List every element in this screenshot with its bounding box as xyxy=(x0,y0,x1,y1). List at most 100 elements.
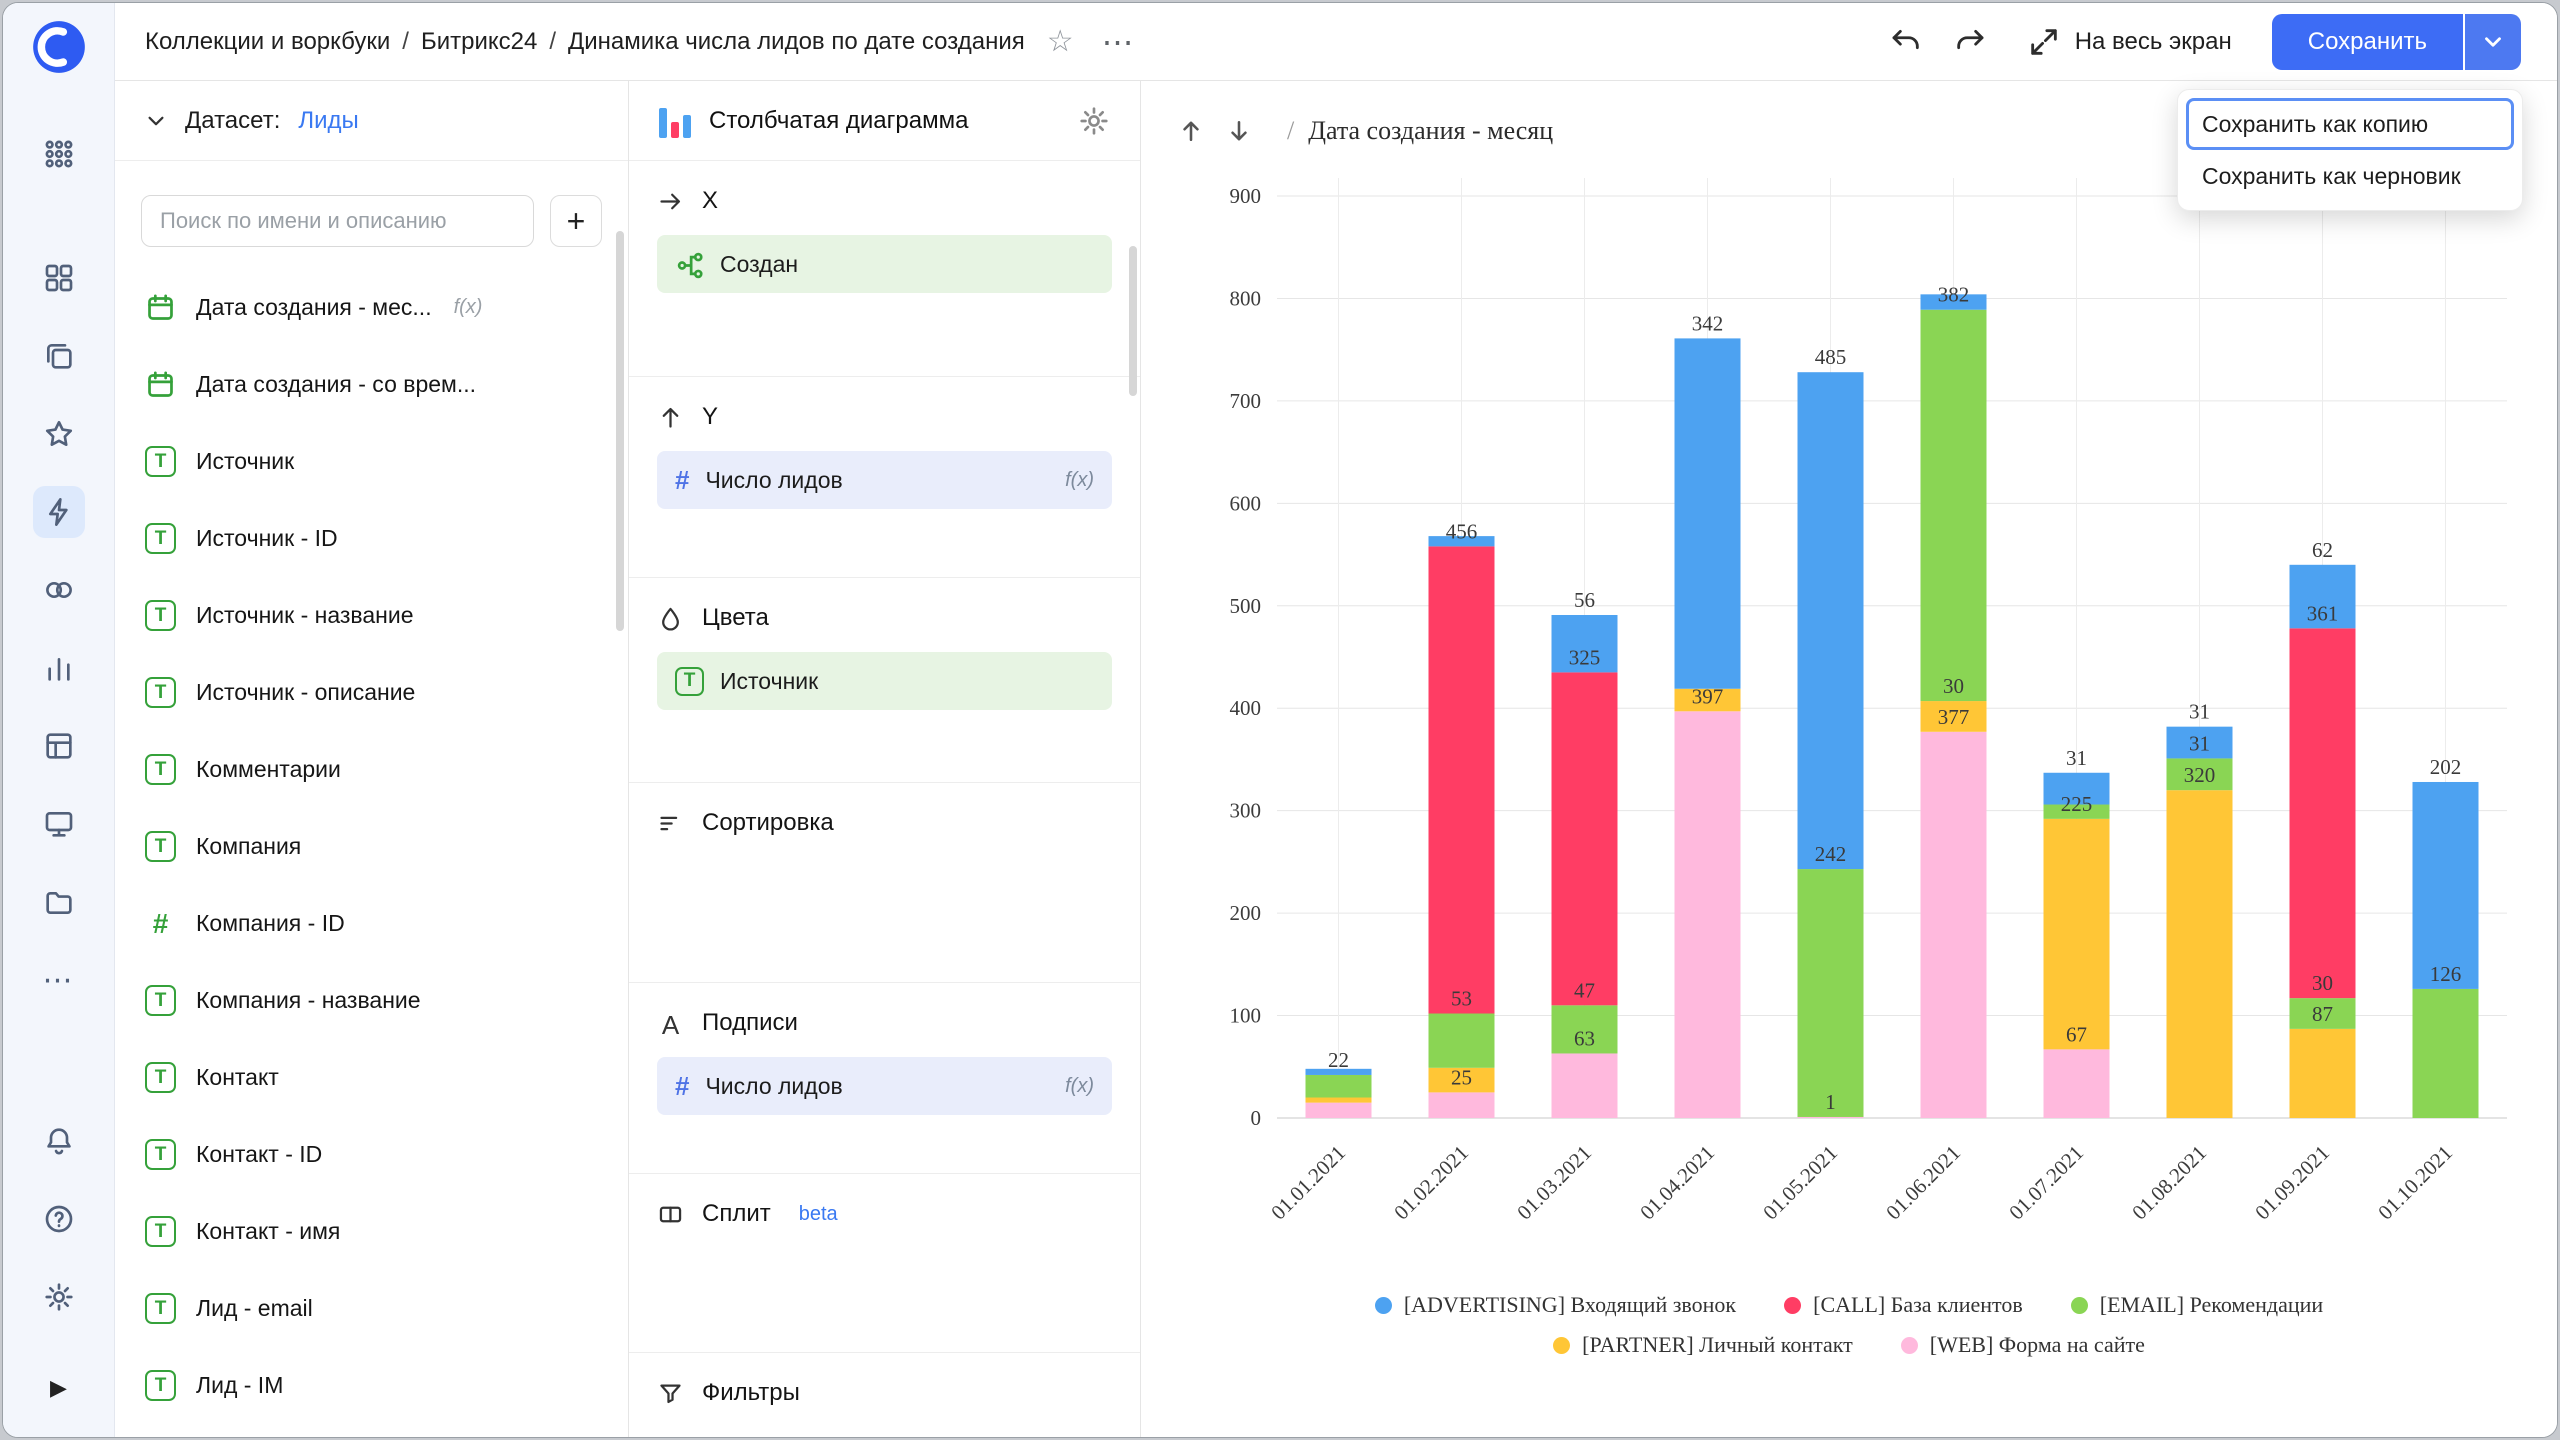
calendar-icon xyxy=(145,292,176,323)
bar-value-label: 485 xyxy=(1815,345,1847,369)
x-axis-tick: 01.03.2021 xyxy=(1512,1141,1596,1225)
bar-segment[interactable] xyxy=(2044,819,2110,1050)
legend-item[interactable]: [PARTNER] Личный контакт xyxy=(1553,1332,1853,1358)
bar-segment[interactable] xyxy=(2167,790,2233,1118)
bar-segment[interactable] xyxy=(1552,1053,1618,1118)
datasets-icon[interactable] xyxy=(33,720,85,772)
field-item[interactable]: TКомментарии xyxy=(115,731,628,808)
notifications-bell-icon[interactable] xyxy=(33,1115,85,1167)
bar-segment[interactable] xyxy=(1921,310,1987,701)
charts-icon[interactable] xyxy=(33,642,85,694)
field-item[interactable]: TЛид - web xyxy=(115,1424,628,1437)
breadcrumb-collections[interactable]: Коллекции и воркбуки xyxy=(145,28,390,56)
bar-value-label: 342 xyxy=(1692,311,1724,335)
fullscreen-button[interactable]: На весь экран xyxy=(2027,25,2232,59)
breadcrumb-workbook[interactable]: Битрикс24 xyxy=(421,28,537,56)
bar-segment[interactable] xyxy=(2413,782,2479,989)
more-actions-icon[interactable]: ⋯ xyxy=(1102,34,1135,50)
undo-icon[interactable] xyxy=(1889,25,1923,59)
save-button[interactable]: Сохранить xyxy=(2272,14,2463,70)
field-item[interactable]: TЛид - email xyxy=(115,1270,628,1347)
legend-label: [PARTNER] Личный контакт xyxy=(1582,1332,1853,1358)
section-sort-label: Сортировка xyxy=(702,809,834,837)
favorite-star-icon[interactable]: ☆ xyxy=(1047,27,1074,57)
collapse-panel-icon[interactable]: ▶ xyxy=(33,1362,85,1414)
save-options-button[interactable] xyxy=(2463,14,2521,70)
more-icon[interactable]: ⋯ xyxy=(33,954,85,1006)
menu-item-save-copy[interactable]: Сохранить как копию xyxy=(2186,98,2514,150)
bar-segment[interactable] xyxy=(2290,1029,2356,1118)
bar-segment[interactable] xyxy=(2413,989,2479,1118)
config-scrollbar[interactable] xyxy=(1129,246,1137,396)
field-item[interactable]: TКомпания xyxy=(115,808,628,885)
field-search-input[interactable] xyxy=(141,195,534,247)
bar-segment[interactable] xyxy=(1921,732,1987,1118)
bar-value-label: 31 xyxy=(2189,700,2210,724)
labels-field-chip[interactable]: # Число лидов f(x) xyxy=(657,1057,1112,1115)
help-icon[interactable] xyxy=(33,1193,85,1245)
x-field-chip[interactable]: Создан xyxy=(657,235,1112,293)
bar-segment[interactable] xyxy=(1306,1075,1372,1098)
connections-icon[interactable] xyxy=(33,564,85,616)
field-item[interactable]: TИсточник - описание xyxy=(115,654,628,731)
colors-field-chip[interactable]: T Источник xyxy=(657,652,1112,710)
field-item[interactable]: Дата создания - со врем... xyxy=(115,346,628,423)
fields-scrollbar[interactable] xyxy=(616,231,624,631)
menu-item-save-draft[interactable]: Сохранить как черновик xyxy=(2186,150,2514,202)
field-item[interactable]: TИсточник - название xyxy=(115,577,628,654)
bar-segment[interactable] xyxy=(1798,869,1864,1117)
bar-segment[interactable] xyxy=(1429,1092,1495,1118)
field-item[interactable]: TЛид - IM xyxy=(115,1347,628,1424)
field-name: Дата создания - со врем... xyxy=(196,371,476,398)
field-item[interactable]: Дата создания - мес...f(x) xyxy=(115,269,628,346)
bar-segment[interactable] xyxy=(1429,1014,1495,1068)
field-item[interactable]: #Компания - ID xyxy=(115,885,628,962)
fullscreen-label: На весь экран xyxy=(2075,28,2232,56)
apps-grid-icon[interactable] xyxy=(33,128,85,180)
chevron-down-icon[interactable] xyxy=(145,110,167,132)
legend-item[interactable]: [WEB] Форма на сайте xyxy=(1901,1332,2145,1358)
field-item[interactable]: TКонтакт xyxy=(115,1039,628,1116)
bar-segment[interactable] xyxy=(2290,628,2356,998)
sort-ascending-icon[interactable] xyxy=(1177,117,1205,145)
add-field-button[interactable]: + xyxy=(550,195,602,247)
field-item[interactable]: TКонтакт - имя xyxy=(115,1193,628,1270)
field-item[interactable]: TИсточник - ID xyxy=(115,500,628,577)
sort-descending-icon[interactable] xyxy=(1225,117,1253,145)
field-name: Компания - ID xyxy=(196,910,345,937)
settings-gear-icon[interactable] xyxy=(33,1271,85,1323)
field-name: Лид - IM xyxy=(196,1372,283,1399)
bar-segment[interactable] xyxy=(1798,1117,1864,1118)
favorites-icon[interactable] xyxy=(33,408,85,460)
chart-type-label[interactable]: Столбчатая диаграмма xyxy=(709,107,968,135)
legend-item[interactable]: [EMAIL] Рекомендации xyxy=(2071,1292,2323,1318)
bar-segment[interactable] xyxy=(2044,1049,2110,1118)
legend-item[interactable]: [CALL] База клиентов xyxy=(1784,1292,2023,1318)
dataset-name-link[interactable]: Лиды xyxy=(298,107,358,135)
bar-segment[interactable] xyxy=(1675,338,1741,688)
bar-segment[interactable] xyxy=(1306,1098,1372,1103)
x-axis-tick: 01.08.2021 xyxy=(2127,1141,2211,1225)
left-rail: ⋯ ▶ xyxy=(3,3,115,1437)
bar-segment[interactable] xyxy=(1552,672,1618,1005)
datalens-logo[interactable] xyxy=(31,19,87,75)
bar-segment[interactable] xyxy=(1675,711,1741,1118)
text-icon: T xyxy=(145,985,176,1016)
bar-segment[interactable] xyxy=(1306,1103,1372,1118)
field-item[interactable]: TКонтакт - ID xyxy=(115,1116,628,1193)
storage-icon[interactable] xyxy=(33,876,85,928)
field-item[interactable]: TИсточник xyxy=(115,423,628,500)
legend-item[interactable]: [ADVERTISING] Входящий звонок xyxy=(1375,1292,1736,1318)
bar-chart-type-icon xyxy=(659,104,691,138)
workbooks-icon[interactable] xyxy=(33,330,85,382)
chart-settings-gear-icon[interactable] xyxy=(1078,105,1110,137)
dashboards-icon[interactable] xyxy=(33,798,85,850)
bar-segment[interactable] xyxy=(1798,372,1864,869)
bar-segment[interactable] xyxy=(1429,546,1495,1013)
chart-drilldown-path[interactable]: /Дата создания - месяц xyxy=(1287,116,1553,146)
redo-icon[interactable] xyxy=(1953,25,1987,59)
field-item[interactable]: TКомпания - название xyxy=(115,962,628,1039)
collections-icon[interactable] xyxy=(33,252,85,304)
y-field-chip[interactable]: # Число лидов f(x) xyxy=(657,451,1112,509)
wizard-icon[interactable] xyxy=(33,486,85,538)
